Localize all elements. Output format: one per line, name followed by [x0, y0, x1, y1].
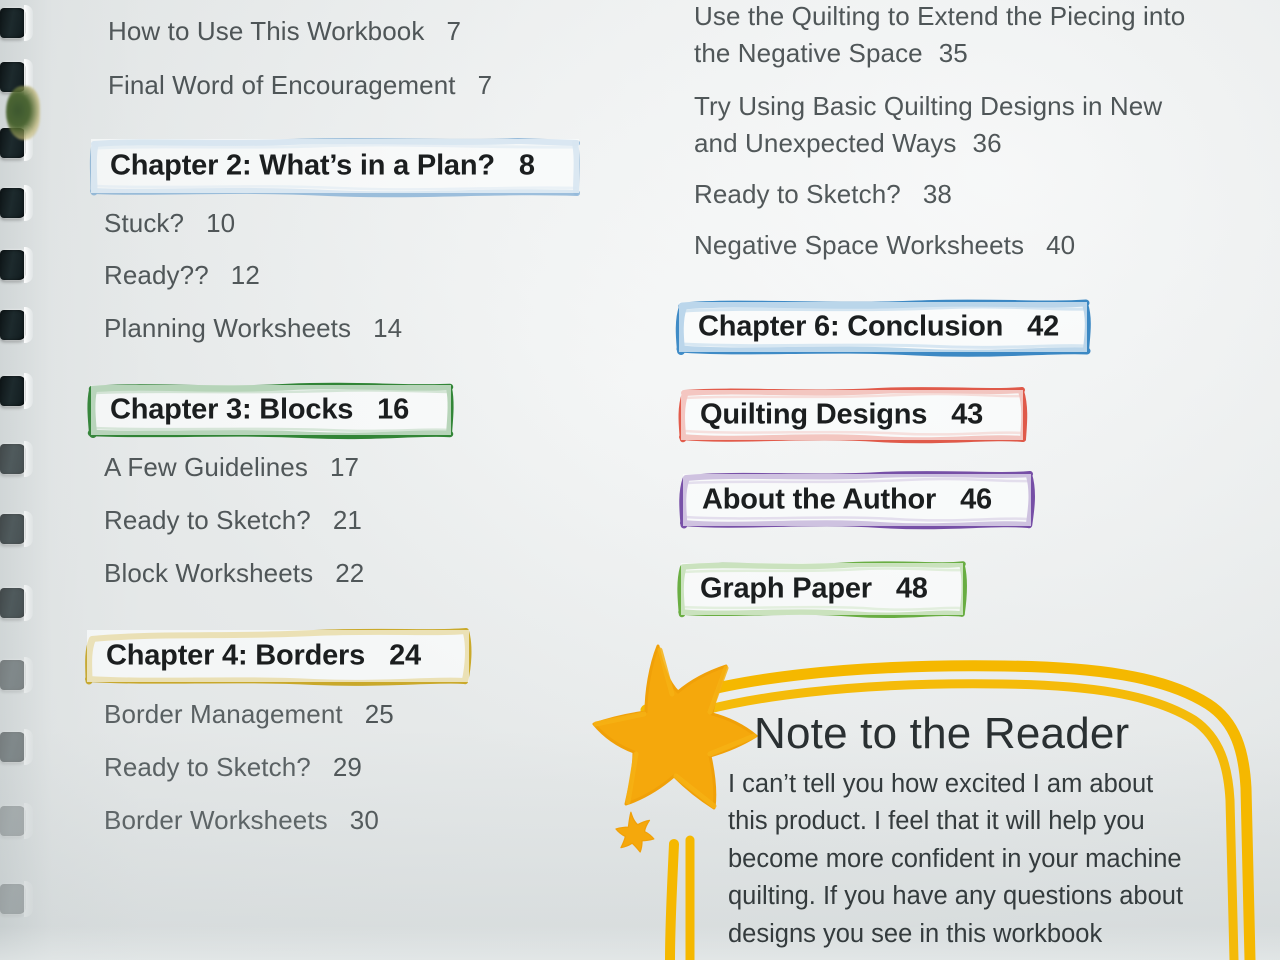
toc-entry-use-quilting-extend[interactable]: Use the Quilting to Extend the Piecing i… — [694, 0, 1194, 72]
toc-entry-page: 40 — [1046, 230, 1076, 260]
toc-entry-page: 14 — [373, 313, 403, 343]
toc-entry-title: How to Use This Workbook — [108, 16, 425, 46]
binding-hole — [0, 657, 33, 693]
toc-about-the-author-label: About the Author 46 — [702, 484, 992, 517]
toc-entry-page: 46 — [960, 483, 992, 516]
toc-chapter-3-box[interactable]: Chapter 3: Blocks 16 — [87, 382, 454, 440]
toc-entry-page: 24 — [389, 639, 421, 672]
binding-hole — [0, 5, 33, 41]
binding-hole — [0, 307, 33, 343]
toc-entry-page: 43 — [951, 398, 984, 431]
binding-hole — [0, 441, 33, 477]
toc-chapter-3-label: Chapter 3: Blocks 16 — [110, 394, 409, 427]
toc-entry-page: 22 — [335, 558, 365, 588]
toc-entry-title: Ready to Sketch? — [104, 752, 311, 782]
toc-entry-stuck[interactable]: Stuck? 10 — [104, 208, 235, 239]
note-to-the-reader: Note to the Reader I can’t tell you how … — [728, 712, 1208, 953]
spiral-binding — [0, 0, 46, 960]
toc-entry-ready[interactable]: Ready?? 12 — [104, 260, 260, 291]
toc-entry-title: About the Author — [702, 483, 937, 516]
toc-entry-ready-to-sketch-29[interactable]: Ready to Sketch? 29 — [104, 752, 362, 783]
toc-quilting-designs-box[interactable]: Quilting Designs 43 — [678, 387, 1028, 444]
toc-entry-title: Planning Worksheets — [104, 313, 352, 343]
toc-entry-page: 8 — [518, 149, 535, 182]
toc-chapter-6-box[interactable]: Chapter 6: Conclusion 42 — [675, 299, 1091, 357]
toc-entry-title: Chapter 2: What’s in a Plan? — [110, 149, 495, 182]
toc-entry-negative-space-worksheets[interactable]: Negative Space Worksheets 40 — [694, 230, 1075, 261]
toc-entry-title: Negative Space Worksheets — [694, 230, 1025, 260]
toc-entry-ready-to-sketch-38[interactable]: Ready to Sketch? 38 — [694, 179, 952, 210]
toc-quilting-designs-label: Quilting Designs 43 — [700, 399, 983, 432]
toc-entry-page: 10 — [206, 208, 236, 238]
toc-entry-final-word[interactable]: Final Word of Encouragement 7 — [108, 70, 492, 101]
note-body: I can’t tell you how excited I am about … — [728, 770, 1184, 948]
toc-entry-page: 17 — [329, 452, 360, 482]
toc-entry-title: Chapter 4: Borders — [106, 639, 366, 672]
toc-entry-title: Try Using Basic Quilting Designs in New … — [694, 91, 1163, 158]
toc-entry-title: Chapter 6: Conclusion — [698, 310, 1004, 343]
binding-wire-smudge — [6, 86, 40, 140]
toc-entry-page: 29 — [332, 752, 362, 782]
toc-entry-page: 7 — [446, 16, 462, 46]
toc-entry-title: Graph Paper — [700, 572, 872, 605]
toc-graph-paper-box[interactable]: Graph Paper 48 — [677, 560, 968, 618]
toc-chapter-6-label: Chapter 6: Conclusion 42 — [698, 311, 1059, 344]
toc-entry-page: 21 — [332, 505, 362, 535]
toc-entry-page: 42 — [1027, 310, 1060, 343]
toc-entry-page: 36 — [972, 127, 1002, 158]
toc-entry-title: Border Worksheets — [104, 805, 328, 835]
binding-hole — [0, 247, 33, 283]
toc-entry-page: 12 — [230, 260, 260, 290]
toc-entry-title: Ready to Sketch? — [694, 179, 901, 209]
binding-hole — [0, 729, 33, 765]
binding-hole — [0, 511, 33, 547]
toc-entry-page: 7 — [477, 70, 493, 100]
toc-chapter-4-label: Chapter 4: Borders 24 — [106, 640, 421, 673]
toc-entry-a-few-guidelines[interactable]: A Few Guidelines 17 — [104, 452, 359, 483]
toc-entry-title: Chapter 3: Blocks — [110, 393, 354, 426]
toc-entry-ready-to-sketch-21[interactable]: Ready to Sketch? 21 — [104, 505, 362, 536]
notebook-page: How to Use This Workbook 7 Final Word of… — [0, 0, 1280, 960]
toc-about-the-author-box[interactable]: About the Author 46 — [679, 471, 1035, 530]
toc-graph-paper-label: Graph Paper 48 — [700, 573, 928, 606]
toc-entry-try-basic-designs[interactable]: Try Using Basic Quilting Designs in New … — [694, 88, 1194, 162]
toc-entry-title: Block Worksheets — [104, 558, 314, 588]
note-title: Note to the Reader — [754, 709, 1130, 758]
toc-entry-page: 35 — [938, 37, 968, 68]
toc-entry-page: 48 — [895, 572, 928, 605]
binding-hole — [0, 585, 33, 621]
toc-entry-title: Final Word of Encouragement — [108, 70, 456, 100]
toc-entry-page: 30 — [349, 805, 379, 835]
toc-chapter-2-label: Chapter 2: What’s in a Plan? 8 — [110, 150, 535, 183]
toc-entry-page: 38 — [922, 179, 952, 209]
toc-chapter-2-box[interactable]: Chapter 2: What’s in a Plan? 8 — [88, 136, 582, 198]
toc-entry-page: 25 — [364, 699, 394, 729]
binding-hole — [0, 373, 33, 409]
binding-hole — [0, 881, 33, 917]
toc-entry-how-to-use[interactable]: How to Use This Workbook 7 — [108, 16, 461, 47]
toc-entry-page: 16 — [377, 393, 410, 426]
toc-entry-title: Ready to Sketch? — [104, 505, 311, 535]
binding-hole — [0, 803, 33, 839]
toc-entry-title: Stuck? — [104, 208, 185, 238]
toc-entry-border-management[interactable]: Border Management 25 — [104, 699, 394, 730]
toc-entry-planning-worksheets[interactable]: Planning Worksheets 14 — [104, 313, 402, 344]
toc-left-column: How to Use This Workbook 7 Final Word of… — [85, 0, 624, 960]
toc-entry-title: Ready?? — [104, 260, 209, 290]
toc-chapter-4-box[interactable]: Chapter 4: Borders 24 — [84, 627, 472, 686]
binding-hole — [0, 185, 33, 221]
toc-entry-title: A Few Guidelines — [104, 452, 308, 482]
toc-entry-border-worksheets[interactable]: Border Worksheets 30 — [104, 805, 379, 836]
toc-entry-title: Border Management — [104, 699, 343, 729]
toc-entry-title: Quilting Designs — [700, 398, 928, 431]
toc-entry-block-worksheets[interactable]: Block Worksheets 22 — [104, 558, 364, 589]
